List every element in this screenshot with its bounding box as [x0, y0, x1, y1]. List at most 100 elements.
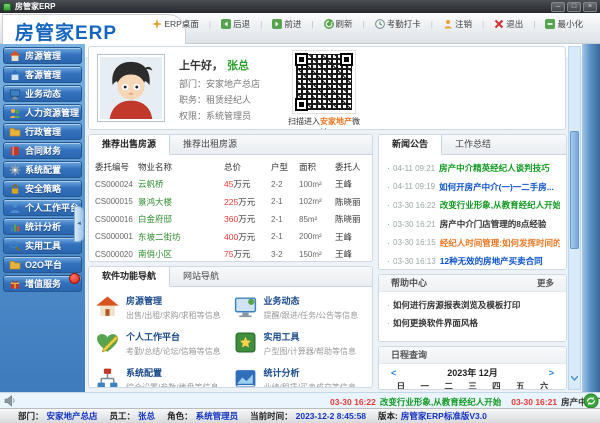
news-link[interactable]: 03-30 16:13 12种无效的房地产买卖合同 — [387, 252, 560, 270]
user-name: 张总 — [227, 60, 249, 72]
sidebar-item-contract-finance[interactable]: 合同财务 — [3, 142, 82, 159]
ticker-text: 03-30 16:22改变行业形象,从教育经纪人开始03-30 16:21房产中… — [330, 396, 600, 408]
house-icon — [95, 294, 120, 319]
sidebar-item-admin-management[interactable]: 行政管理 — [3, 123, 82, 140]
status-version: 房管家ERP标准版V3.0 — [401, 410, 487, 422]
sidebar-item-system-config[interactable]: 系统配置 — [3, 161, 82, 178]
nav-item-statistics[interactable]: 统计分析 业绩/租赁/买卖成交等信息 — [233, 366, 371, 388]
news-panel: 新闻公告 工作总结 04-11 09:21 房产中介精英经纪人谈判技巧 04-1… — [378, 134, 567, 270]
logout-button[interactable]: 注销 — [438, 18, 489, 30]
window-close-button[interactable]: × — [583, 2, 597, 12]
listing-table-header: 委托编号 物业名称 总价 户型 面积 委托人 — [95, 158, 368, 176]
calendar-prev-button[interactable]: < — [391, 368, 396, 378]
user-job-title: 职务：租赁经纪人 — [179, 93, 251, 106]
sidebar-item-hr-management[interactable]: 人力资源管理 — [3, 104, 82, 121]
qr-caption: 扫描进入安家地产微站 — [285, 116, 363, 130]
gear-icon — [9, 164, 21, 176]
help-link[interactable]: 如何进行房源报表浏览及模板打印 — [387, 296, 560, 314]
tab-sale-listings[interactable]: 推荐出售房源 — [89, 135, 170, 155]
toolbox-icon — [233, 330, 258, 355]
monitor-icon — [233, 294, 258, 319]
status-role: 系统管理员 — [196, 410, 239, 422]
exit-icon — [494, 19, 504, 29]
listing-link[interactable]: 东坡二街坊 — [138, 231, 224, 243]
sidebar-item-client-management[interactable]: 客源管理 — [3, 66, 82, 83]
window-minimize-button[interactable]: – — [551, 2, 565, 12]
help-link[interactable]: 如何更换软件界面风格 — [387, 314, 560, 332]
sidebar-item-business-activity[interactable]: 业务动态 — [3, 85, 82, 102]
refresh-button[interactable]: 刷新 — [319, 18, 370, 30]
table-row: CS000024 云帆桥 45万元 2-2 100m² 王峰 — [95, 176, 368, 194]
sidebar-collapse-handle[interactable]: ◄ — [74, 206, 84, 242]
app-window: 房管家ERP – □ × 房管家ERP ERP桌面 后退 前进 刷新 — [0, 0, 600, 423]
schedule-panel: 日程查询 < 2023年 12月 > 日 一 二 三 四 五 六 1 2 — [378, 346, 567, 390]
user-permission: 权限：系统管理员 — [179, 109, 251, 122]
status-bar: 部门： 安家地产总店 员工： 张总 角色： 系统管理员 当前时间： 2023-1… — [0, 408, 600, 423]
function-nav-panel: 软件功能导航 网站导航 房源管理 出售/出租/求购/求租等信息 业务动态 提醒/… — [88, 266, 373, 388]
minimize-button[interactable]: 最小化 — [540, 18, 588, 30]
erp-desktop-button[interactable]: ERP桌面 — [147, 18, 216, 30]
tab-news[interactable]: 新闻公告 — [379, 135, 442, 155]
table-row: CS000001 东坡二街坊 400万元 2-1 200m² 王峰 — [95, 228, 368, 246]
folder-icon — [9, 126, 21, 138]
sidebar-item-personal-workspace[interactable]: 个人工作平台 — [3, 199, 82, 216]
scrollbar-down-arrow-icon[interactable] — [569, 376, 580, 383]
window-maximize-button[interactable]: □ — [567, 2, 581, 12]
tab-software-nav[interactable]: 软件功能导航 — [89, 267, 170, 287]
app-icon — [3, 3, 11, 11]
nav-grid: 房源管理 出售/出租/求购/求租等信息 业务动态 提醒/跟进/任务/公告等信息 … — [89, 287, 372, 388]
qr-code — [292, 50, 356, 114]
sidebar-item-property-management[interactable]: 房源管理 — [3, 47, 82, 64]
help-center-panel: 帮助中心 更多 如何进行房源报表浏览及模板打印 如何更换软件界面风格 — [378, 274, 567, 342]
listing-link[interactable]: 白金府邸 — [138, 213, 224, 225]
sidebar-item-statistics[interactable]: 统计分析 — [3, 218, 82, 235]
avatar — [97, 54, 165, 122]
sidebar: 房源管理 客源管理 业务动态 人力资源管理 行政管理 合同财务 系统配置 安全 — [0, 44, 85, 392]
news-link[interactable]: 04-11 09:19 如何开房产中介(一)一二手房... — [387, 178, 560, 197]
news-list: 04-11 09:21 房产中介精英经纪人谈判技巧 04-11 09:19 如何… — [379, 155, 566, 270]
brand-name: 安家地产 — [320, 117, 352, 126]
person-icon — [9, 202, 21, 214]
forward-button[interactable]: 前进 — [267, 18, 318, 30]
scrollbar-thumb[interactable] — [570, 131, 579, 249]
exit-button[interactable]: 退出 — [489, 18, 540, 30]
user-department: 部门：安家地产总店 — [179, 77, 260, 90]
qr-finder-icon — [340, 53, 353, 66]
tab-website-nav[interactable]: 网站导航 — [170, 267, 232, 286]
sidebar-item-o2o-platform[interactable]: O2O平台 — [3, 256, 82, 273]
sidebar-item-value-added-services[interactable]: 增值服务 — [3, 275, 82, 292]
promo-badge — [69, 273, 80, 284]
ledger-book-icon — [9, 145, 21, 157]
news-link[interactable]: 04-11 09:21 房产中介精英经纪人谈判技巧 — [387, 159, 560, 178]
calendar-next-button[interactable]: > — [549, 368, 554, 378]
tab-work-summary[interactable]: 工作总结 — [442, 135, 504, 154]
sidebar-item-utilities[interactable]: 实用工具 — [3, 237, 82, 254]
news-link[interactable]: 03-30 16:22 改变行业形象,从教育经纪人开始 — [387, 196, 560, 215]
status-department: 安家地产总店 — [47, 410, 98, 422]
back-icon — [221, 19, 231, 29]
news-link[interactable]: 03-30 16:15 经纪人时间管理:如何发挥时间的... — [387, 233, 560, 252]
listing-link[interactable]: 云帆桥 — [138, 178, 224, 190]
listing-link[interactable]: 景鸿大楼 — [138, 196, 224, 208]
back-button[interactable]: 后退 — [216, 18, 267, 30]
attendance-punch-button[interactable]: 考勤打卡 — [370, 18, 438, 30]
nav-item-tools[interactable]: 实用工具 户型图/计算器/帮助等信息 — [233, 330, 371, 357]
sidebar-item-security-policy[interactable]: 安全策略 — [3, 180, 82, 197]
nav-item-system-config[interactable]: 系统配置 综合设置/参数/楼盘等信息 — [95, 366, 233, 388]
greeting: 上午好，张总 — [179, 57, 249, 73]
nav-item-property[interactable]: 房源管理 出售/出租/求购/求租等信息 — [95, 294, 233, 321]
tab-rent-listings[interactable]: 推荐出租房源 — [170, 135, 250, 154]
schedule-panel-header: 日程查询 — [379, 347, 566, 364]
listing-table: 委托编号 物业名称 总价 户型 面积 委托人 CS000024 云帆桥 45万元… — [89, 155, 372, 262]
vertical-scrollbar[interactable] — [568, 46, 581, 390]
news-link[interactable]: 03-30 16:21 房产中介门店管理的8点经验 — [387, 215, 560, 234]
more-link[interactable]: 更多 — [537, 275, 554, 291]
table-row: CS000016 白金府邸 360万元 2-1 85m² 陈晓丽 — [95, 211, 368, 229]
window-frame — [582, 44, 600, 392]
listing-link[interactable]: 南俏小区 — [138, 248, 224, 260]
qr-finder-icon — [295, 53, 308, 66]
monitor-icon — [9, 88, 21, 100]
nav-item-workspace[interactable]: 个人工作平台 考勤/总结/论坛/信箱等信息 — [95, 330, 233, 357]
nav-item-business[interactable]: 业务动态 提醒/跟进/任务/公告等信息 — [233, 294, 371, 321]
clock-icon — [375, 19, 385, 29]
